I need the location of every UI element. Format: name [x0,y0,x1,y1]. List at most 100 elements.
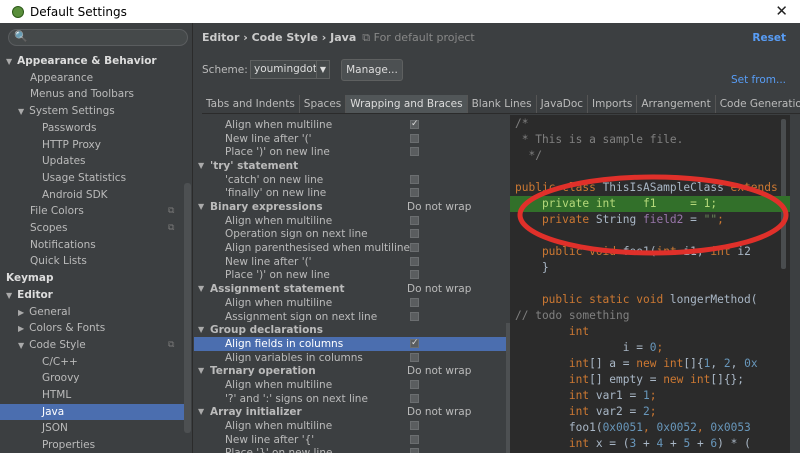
tab-code-generation[interactable]: Code Generation [715,95,800,113]
option-row[interactable]: New line after '(' [194,255,506,269]
expand-triangle-icon[interactable]: ▼ [18,107,24,116]
sidebar-item-c-c-[interactable]: C/C++ [0,354,184,370]
tab-imports[interactable]: Imports [588,95,638,113]
sidebar-item-java[interactable]: Java [0,403,184,420]
sidebar-item-keymap[interactable]: Keymap [0,270,184,286]
tab-spaces[interactable]: Spaces [299,95,347,113]
option-checkbox[interactable] [410,379,419,389]
option-group[interactable]: ▼ Ternary operation Do not wrap [194,364,506,378]
option-checkbox[interactable] [410,174,419,184]
tab-arrangement[interactable]: Arrangement [637,95,716,113]
option-checkbox[interactable] [410,133,419,143]
sidebar-item-http-proxy[interactable]: HTTP Proxy [0,137,184,153]
tab-blank-lines[interactable]: Blank Lines [467,95,537,113]
option-checkbox[interactable] [410,256,419,266]
option-checkbox[interactable] [410,434,419,444]
expand-triangle-icon[interactable]: ▼ [198,159,204,173]
sidebar-item-properties[interactable]: Properties [0,437,184,453]
sidebar-item-html[interactable]: HTML [0,387,184,403]
collapse-triangle-icon[interactable]: ▶ [18,324,24,333]
option-row[interactable]: Align when multiline [194,378,506,392]
option-row[interactable]: Place '}' on new line [194,446,506,453]
expand-triangle-icon[interactable]: ▼ [198,282,204,296]
sidebar-item-colors-fonts[interactable]: ▶ Colors & Fonts [0,320,184,336]
option-group[interactable]: ▼ Array initializer Do not wrap [194,405,506,419]
option-row[interactable]: '?' and ':' signs on next line [194,392,506,406]
sidebar-item-appearance-behavior[interactable]: ▼ Appearance & Behavior [0,53,184,69]
option-row[interactable]: Align when multiline [194,296,506,310]
option-row[interactable]: New line after '(' [194,132,506,146]
option-row[interactable]: Place ')' on new line [194,145,506,159]
expand-triangle-icon[interactable]: ▼ [6,57,12,66]
option-row[interactable]: Align parenthesised when multiline [194,241,506,255]
wrap-dropdown[interactable]: Do not wrap [407,364,471,378]
option-checkbox[interactable] [410,270,419,280]
expand-triangle-icon[interactable]: ▼ [198,200,204,214]
sidebar-item-updates[interactable]: Updates [0,153,184,169]
option-row[interactable]: Place ')' on new line [194,268,506,282]
sidebar-item-notifications[interactable]: Notifications [0,237,184,253]
option-group[interactable]: ▼ Group declarations [194,323,506,337]
expand-triangle-icon[interactable]: ▼ [198,405,204,419]
close-button[interactable]: ✕ [775,2,788,20]
option-checkbox[interactable] [410,448,419,453]
sidebar-item-editor[interactable]: ▼ Editor [0,287,184,303]
sidebar-item-android-sdk[interactable]: Android SDK [0,187,184,203]
sidebar-item-usage-statistics[interactable]: Usage Statistics [0,170,184,186]
wrap-dropdown[interactable]: Do not wrap [407,405,471,419]
tab-tabs-and-indents[interactable]: Tabs and Indents [202,95,300,113]
reset-link[interactable]: Reset [752,32,786,44]
option-checkbox[interactable] [410,420,419,430]
sidebar-item-passwords[interactable]: Passwords [0,120,184,136]
sidebar-item-appearance[interactable]: Appearance [0,70,184,86]
scheme-dropdown[interactable]: youmingdot ▼ [250,60,330,79]
option-row[interactable]: Operation sign on next line [194,227,506,241]
option-checkbox[interactable] [410,311,419,321]
sidebar-item-quick-lists[interactable]: Quick Lists [0,253,184,269]
set-from-link[interactable]: Set from... [731,74,786,86]
sidebar-item-file-colors[interactable]: File Colors ⧉ [0,203,184,219]
option-checkbox[interactable] [410,352,419,362]
option-group[interactable]: ▼ Assignment statement Do not wrap [194,282,506,296]
option-row[interactable]: 'finally' on new line [194,186,506,200]
sidebar-item-scopes[interactable]: Scopes ⧉ [0,220,184,236]
expand-triangle-icon[interactable]: ▼ [18,341,24,350]
tab-javadoc[interactable]: JavaDoc [536,95,589,113]
option-row[interactable]: Align when multiline [194,419,506,433]
option-group[interactable]: ▼ 'try' statement [194,159,506,173]
expand-triangle-icon[interactable]: ▼ [198,323,204,337]
option-row[interactable]: Align fields in columns ✓ [194,336,506,351]
option-checkbox[interactable] [410,215,419,225]
option-row[interactable]: New line after '{' [194,433,506,447]
sidebar-item-general[interactable]: ▶ General [0,304,184,320]
sidebar-scrollbar[interactable] [184,183,191,433]
option-checkbox[interactable] [410,243,419,253]
collapse-triangle-icon[interactable]: ▶ [18,308,24,317]
option-checkbox[interactable] [410,229,419,239]
sidebar-item-json[interactable]: JSON [0,420,184,436]
sidebar-item-groovy[interactable]: Groovy [0,370,184,386]
preview-scrollbar[interactable] [781,119,786,269]
option-checkbox[interactable] [410,393,419,403]
option-group[interactable]: ▼ Binary expressions Do not wrap [194,200,506,214]
sidebar-item-code-style[interactable]: ▼ Code Style ⧉ [0,337,184,353]
option-checkbox[interactable] [410,147,419,157]
wrap-dropdown[interactable]: Do not wrap [407,282,471,296]
wrap-dropdown[interactable]: Do not wrap [407,200,471,214]
option-checkbox[interactable] [410,297,419,307]
option-row[interactable]: Align when multiline [194,214,506,228]
expand-triangle-icon[interactable]: ▼ [6,291,12,300]
expand-triangle-icon[interactable]: ▼ [198,364,204,378]
settings-search-input[interactable]: 🔍 [8,29,188,46]
tab-wrapping-and-braces[interactable]: Wrapping and Braces [346,95,468,113]
manage-button[interactable]: Manage... [341,59,403,81]
option-row[interactable]: Align variables in columns [194,351,506,365]
option-checkbox[interactable] [410,188,419,198]
sidebar-item-menus-and-toolbars[interactable]: Menus and Toolbars [0,86,184,102]
option-row[interactable]: Assignment sign on next line [194,310,506,324]
option-checkbox[interactable]: ✓ [410,338,419,348]
sidebar-item-system-settings[interactable]: ▼ System Settings [0,103,184,119]
option-row[interactable]: 'catch' on new line [194,173,506,187]
option-row[interactable]: Align when multiline ✓ [194,118,506,132]
option-checkbox[interactable]: ✓ [410,120,419,129]
